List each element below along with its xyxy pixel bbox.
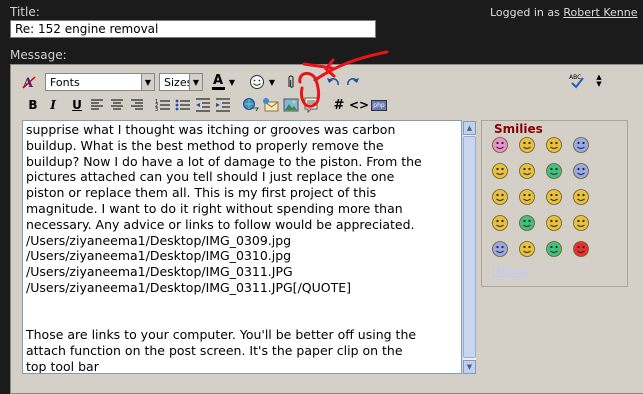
insert-link-icon[interactable] [241, 95, 261, 115]
color-dropdown-icon[interactable]: ▼ [227, 72, 237, 92]
smilies-panel: Smilies [More] [481, 120, 628, 287]
size-select[interactable]: Sizes ▼ [159, 73, 203, 91]
eek-smiley-icon[interactable] [572, 162, 590, 180]
frown-smiley-icon[interactable] [491, 188, 509, 206]
spellcheck-icon[interactable]: ABC [567, 71, 587, 91]
align-right-icon[interactable] [127, 95, 147, 115]
message-text: supprise what I thought was itching or g… [26, 122, 422, 374]
smiley-dropdown-icon[interactable]: ▼ [267, 72, 277, 92]
embarrassed-smiley-icon[interactable] [491, 214, 509, 232]
unordered-list-icon[interactable] [173, 95, 193, 115]
smile-smiley-icon[interactable] [518, 188, 536, 206]
sleepy-smiley-icon[interactable] [572, 214, 590, 232]
scroll-up-button[interactable]: ▲ [463, 121, 476, 135]
chevron-down-icon: ▼ [141, 74, 154, 90]
logged-in-status: Logged in as Robert Kenne [490, 6, 637, 19]
smiley-icon[interactable] [247, 72, 267, 92]
dizzy-smiley-icon[interactable] [518, 162, 536, 180]
html-tag-button[interactable]: <> [349, 95, 369, 115]
rolling-eyes-smiley-icon[interactable] [572, 136, 590, 154]
cheeky-smiley-icon[interactable] [572, 188, 590, 206]
email-link-icon[interactable] [261, 95, 281, 115]
text-color-button[interactable]: A [209, 72, 227, 92]
big-grin-smiley-icon[interactable] [518, 240, 536, 258]
outdent-icon[interactable] [193, 95, 213, 115]
scroll-thumb[interactable] [463, 136, 476, 358]
insert-image-icon[interactable] [281, 95, 301, 115]
font-select-value: Fonts [50, 75, 80, 89]
align-left-icon[interactable] [87, 95, 107, 115]
more-smilies-link[interactable]: [More] [492, 265, 528, 278]
underline-button[interactable]: U [67, 95, 87, 115]
scroll-down-button[interactable]: ▼ [463, 360, 476, 374]
quote-icon[interactable] [301, 95, 321, 115]
toolbar-row-1: A Fonts ▼ Sizes ▼ A ▼ ▼ [19, 72, 363, 92]
teeth-smiley-icon[interactable] [545, 240, 563, 258]
message-textarea[interactable]: supprise what I thought was itching or g… [22, 120, 462, 374]
bold-button[interactable]: B [23, 95, 43, 115]
glasses-smiley-icon[interactable] [545, 136, 563, 154]
remove-format-icon[interactable]: A [19, 72, 39, 92]
angry-smiley-icon[interactable] [572, 240, 590, 258]
wink-smiley-icon[interactable] [545, 214, 563, 232]
color-swatch [211, 87, 225, 90]
confused-smiley-icon[interactable] [545, 188, 563, 206]
code-hash-button[interactable]: # [329, 95, 349, 115]
toolbar-row-2: B I U 123 # <> php [23, 95, 389, 115]
svg-text:3: 3 [155, 107, 158, 112]
user-link[interactable]: Robert Kenne [563, 6, 637, 19]
toolbar-right: ABC ▲ ▼ [567, 71, 605, 91]
logged-in-prefix: Logged in as [490, 6, 564, 19]
mad-smiley-icon[interactable] [491, 162, 509, 180]
redo-icon[interactable] [343, 72, 363, 92]
php-button[interactable]: php [369, 95, 389, 115]
message-label: Message: [10, 48, 67, 62]
textarea-scrollbar[interactable]: ▲ ▼ [462, 121, 476, 374]
undo-icon[interactable] [323, 72, 343, 92]
cool-smiley-icon[interactable] [518, 136, 536, 154]
indent-icon[interactable] [213, 95, 233, 115]
tongue-out-smiley-icon[interactable] [491, 136, 509, 154]
font-select[interactable]: Fonts ▼ [45, 73, 155, 91]
resize-toggle-icon[interactable]: ▲ ▼ [593, 71, 605, 91]
svg-text:ABC: ABC [569, 74, 581, 81]
align-center-icon[interactable] [107, 95, 127, 115]
paperclip-icon[interactable] [281, 72, 301, 92]
thumbs-smiley-icon[interactable] [518, 214, 536, 232]
title-label: Title: [10, 5, 40, 19]
grin-smiley-icon[interactable] [545, 162, 563, 180]
smilies-title: Smilies [494, 122, 543, 136]
ordered-list-icon[interactable]: 123 [153, 95, 173, 115]
php-label: php [371, 99, 387, 111]
title-input[interactable] [10, 20, 376, 38]
chevron-down-icon: ▼ [189, 74, 202, 90]
sad-smiley-icon[interactable] [491, 240, 509, 258]
text-color-letter: A [212, 73, 224, 88]
italic-button[interactable]: I [43, 95, 63, 115]
